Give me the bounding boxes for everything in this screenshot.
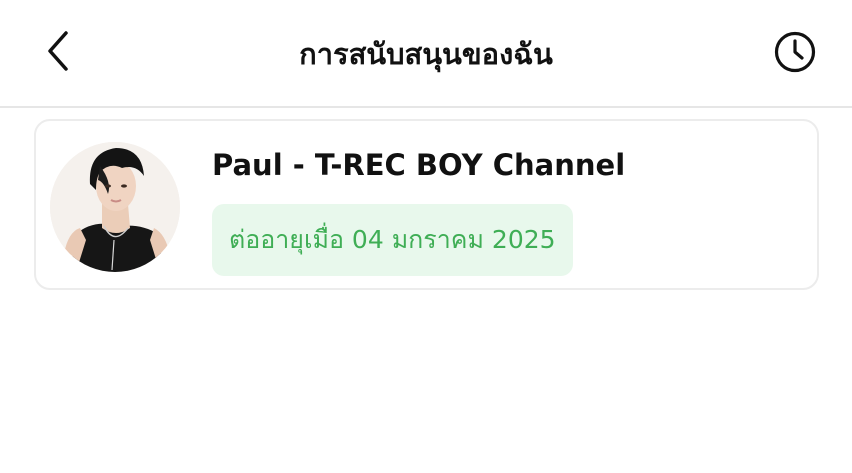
renewal-badge: ต่ออายุเมื่อ 04 มกราคม 2025: [212, 204, 573, 276]
channel-name: Paul - T-REC BOY Channel: [212, 148, 626, 182]
page-title: การสนับสนุนของฉัน: [299, 37, 553, 71]
page: การสนับสนุนของฉัน Paul - T-REC BOY Chann…: [0, 0, 852, 473]
avatar: [50, 142, 180, 272]
subscription-card[interactable]: Paul - T-REC BOY Channel ต่ออายุเมื่อ 04…: [34, 119, 819, 290]
header-bar: การสนับสนุนของฉัน: [0, 0, 852, 108]
history-button[interactable]: [770, 30, 820, 78]
clock-icon: [773, 30, 817, 78]
